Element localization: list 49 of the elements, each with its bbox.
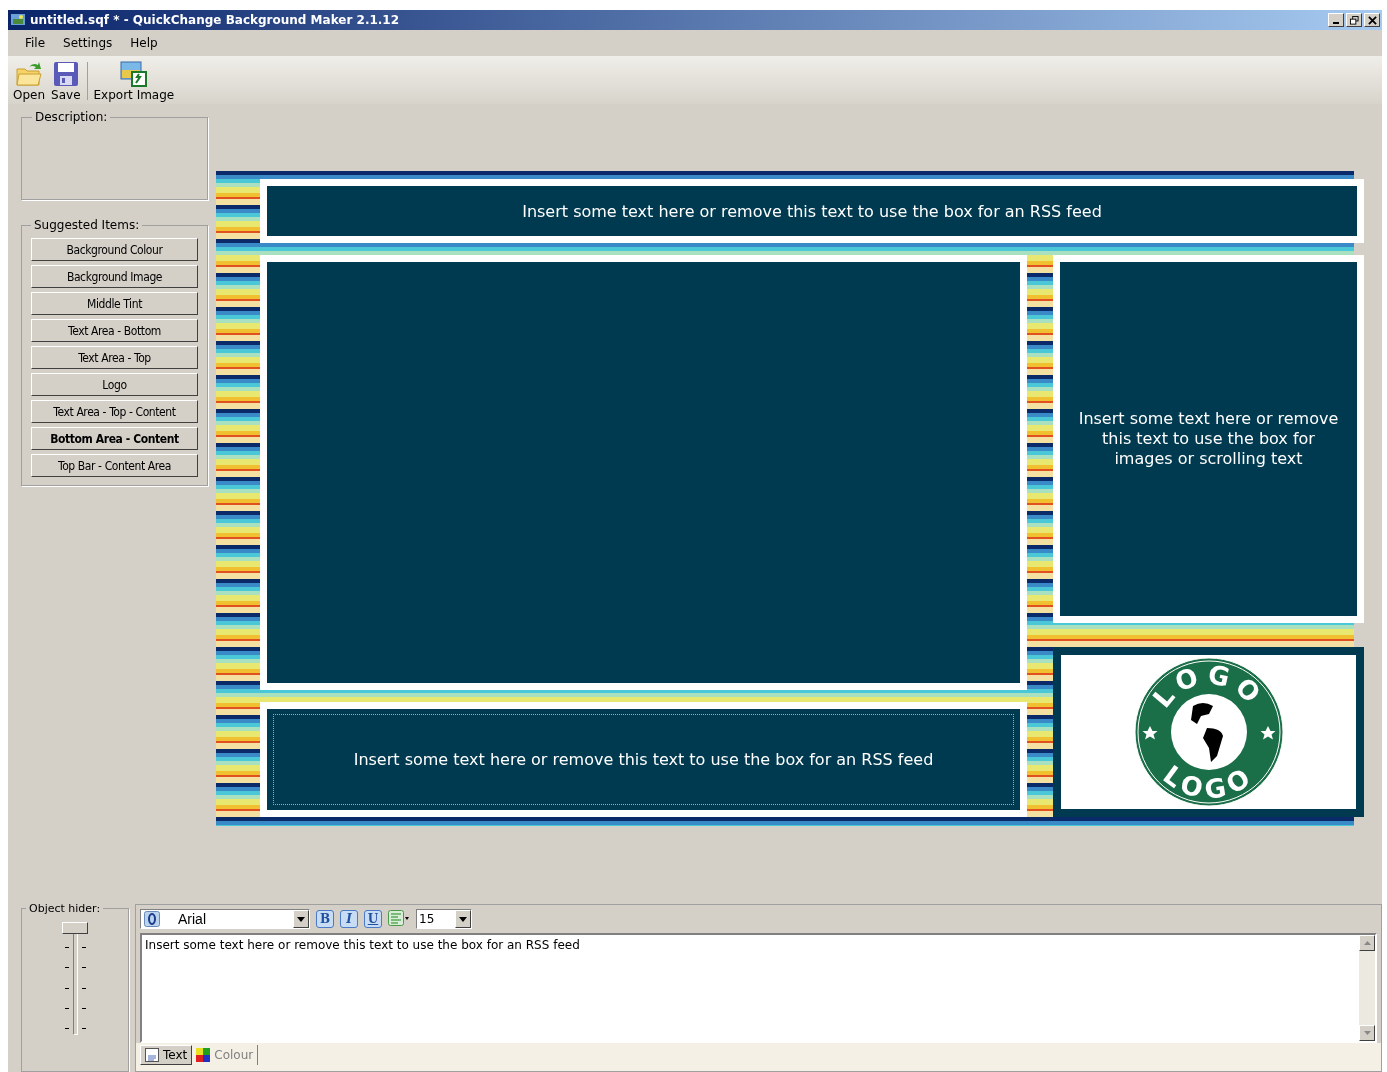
window-title: untitled.sqf * - QuickChange Background Maker 2.1.12 bbox=[30, 13, 400, 27]
suggested-item-button[interactable]: Background Image bbox=[31, 265, 198, 288]
font-dropdown[interactable]: Arial bbox=[140, 909, 310, 929]
open-button[interactable]: Open bbox=[10, 61, 49, 102]
folder-icon bbox=[15, 61, 44, 87]
slider-thumb[interactable] bbox=[61, 922, 88, 934]
close-icon bbox=[1367, 15, 1377, 25]
menu-item[interactable]: Settings bbox=[54, 36, 122, 50]
scroll-down-icon bbox=[1363, 1031, 1371, 1035]
minimize-button[interactable] bbox=[1328, 13, 1344, 27]
bold-button[interactable]: B bbox=[316, 910, 334, 928]
top-bar-text: Insert some text here or remove this text to use the box for an RSS feed bbox=[522, 201, 1102, 221]
suggested-item-button[interactable]: Top Bar - Content Area bbox=[31, 454, 198, 477]
editor-tab[interactable]: Text bbox=[140, 1045, 193, 1065]
font-icon bbox=[144, 911, 160, 927]
font-size-dropdown[interactable]: 15 bbox=[416, 909, 472, 929]
text-document-icon bbox=[145, 1048, 159, 1062]
minimize-icon bbox=[1333, 22, 1339, 24]
suggested-item-button[interactable]: Logo bbox=[31, 373, 198, 396]
close-button[interactable] bbox=[1364, 13, 1380, 27]
description-label: Description: bbox=[34, 110, 109, 124]
suggested-item-button[interactable]: Middle Tint bbox=[31, 292, 198, 315]
menu-item[interactable]: File bbox=[16, 36, 55, 50]
scroll-up-icon bbox=[1363, 941, 1371, 945]
color-grid-icon bbox=[196, 1048, 211, 1062]
suggested-item-button[interactable]: Bottom Area - Content bbox=[31, 427, 198, 450]
underline-button[interactable]: U bbox=[364, 910, 382, 928]
restore-button[interactable] bbox=[1346, 13, 1362, 27]
app-icon bbox=[10, 12, 26, 28]
dropdown-arrow-icon bbox=[297, 916, 305, 922]
align-button[interactable] bbox=[388, 909, 410, 929]
suggested-items-label: Suggested Items: bbox=[33, 218, 141, 232]
image-export-icon bbox=[119, 61, 148, 87]
object-hider-label: Object hider: bbox=[28, 902, 102, 915]
italic-button[interactable]: I bbox=[340, 910, 358, 928]
bottom-text: Insert some text here or remove this text to use the box for an RSS feed bbox=[353, 750, 934, 769]
save-button[interactable]: Save bbox=[48, 61, 84, 102]
text-editor-field[interactable]: Insert some text here or remove this text to use the box for an RSS feed bbox=[140, 933, 1377, 1043]
dropdown-arrow-icon bbox=[459, 916, 467, 922]
restore-icon bbox=[1349, 15, 1359, 25]
suggested-item-button[interactable]: Text Area - Top - Content bbox=[31, 400, 198, 423]
export-image-button[interactable]: Export Image bbox=[90, 61, 178, 102]
side-text: Insert some text here or remove this text to use the box for images or scrolling text bbox=[1077, 409, 1340, 469]
suggested-item-button[interactable]: Background Colour bbox=[31, 238, 198, 261]
vertical-scrollbar[interactable] bbox=[1359, 935, 1375, 1041]
menu-item[interactable]: Help bbox=[121, 36, 167, 50]
suggested-item-button[interactable]: Text Area - Top bbox=[31, 346, 198, 369]
suggested-item-button[interactable]: Text Area - Bottom bbox=[31, 319, 198, 342]
globe-logo-drawing: LOGO LOGO bbox=[1132, 656, 1285, 808]
